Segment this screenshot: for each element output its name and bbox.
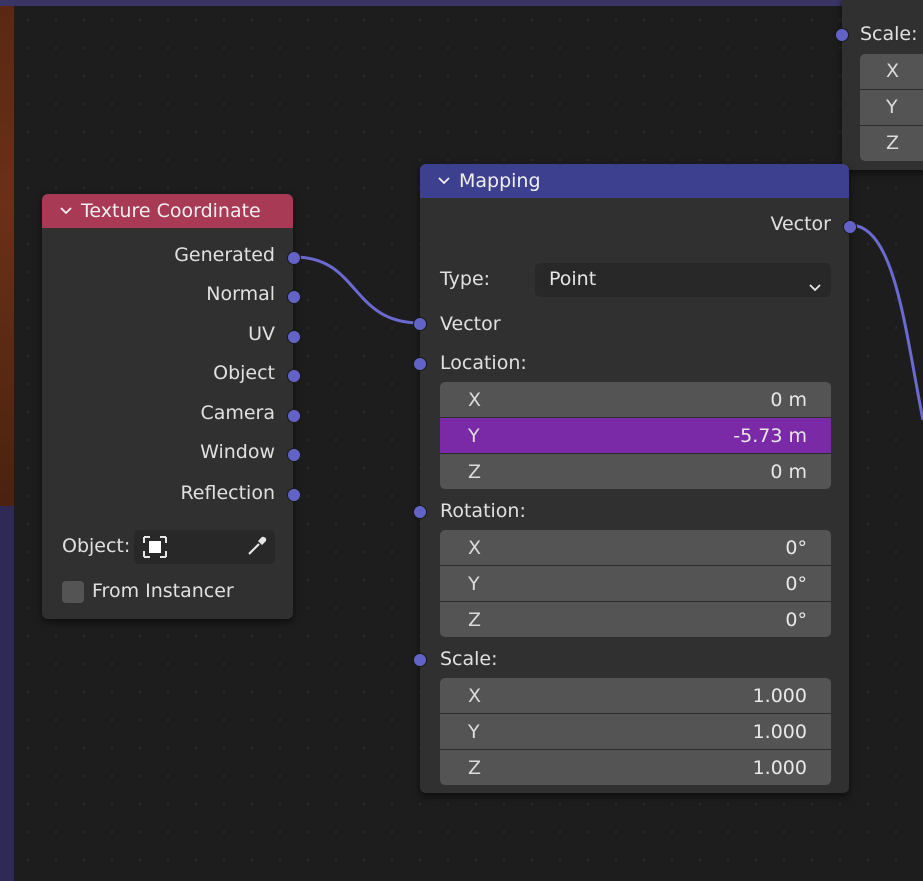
output-uv-label: UV: [248, 323, 275, 345]
node-title: Texture Coordinate: [81, 200, 261, 222]
output-normal-label: Normal: [206, 283, 275, 305]
type-dropdown[interactable]: Point: [535, 263, 831, 297]
output-reflection-socket[interactable]: [287, 488, 301, 502]
chevron-down-icon[interactable]: [60, 206, 72, 217]
scale-x-field[interactable]: X 1.000: [440, 678, 831, 714]
output-window-label: Window: [200, 441, 275, 463]
partial-mapping-node[interactable]: Scale: X Y Z: [835, 0, 923, 170]
rotation-y-field[interactable]: Y 0°: [440, 566, 831, 602]
output-object-label: Object: [213, 362, 275, 384]
partial-scale-fields: X Y Z: [860, 54, 923, 161]
output-object-socket[interactable]: [287, 369, 301, 383]
location-socket[interactable]: [413, 357, 427, 371]
node-editor-window: Scale: X Y Z Texture Coordinate Generate…: [0, 0, 923, 881]
output-vector-label: Vector: [770, 213, 831, 235]
rotation-socket[interactable]: [413, 505, 427, 519]
output-window-socket[interactable]: [287, 448, 301, 462]
node-title: Mapping: [459, 170, 541, 192]
scale-socket[interactable]: [413, 653, 427, 667]
scale-label: Scale:: [440, 648, 498, 670]
texture-coordinate-node[interactable]: Texture Coordinate Generated Normal UV O…: [42, 194, 301, 619]
object-icon: [142, 535, 168, 563]
from-instancer-label: From Instancer: [92, 580, 234, 602]
scale-input-socket[interactable]: [835, 28, 849, 42]
output-generated-socket[interactable]: [287, 251, 301, 265]
from-instancer-checkbox[interactable]: [62, 581, 84, 603]
output-generated-label: Generated: [174, 244, 275, 266]
location-fields: X 0 m Y -5.73 m Z 0 m: [440, 382, 831, 489]
output-uv-socket[interactable]: [287, 330, 301, 344]
output-reflection-label: Reflection: [180, 482, 275, 504]
partial-scale-z[interactable]: Z: [860, 126, 923, 161]
partial-scale-y[interactable]: Y: [860, 90, 923, 126]
location-y-field[interactable]: Y -5.73 m: [440, 418, 831, 454]
object-picker-field[interactable]: [134, 530, 275, 564]
mapping-header[interactable]: Mapping: [420, 164, 849, 198]
left-viewport-strip: [0, 6, 14, 506]
location-z-field[interactable]: Z 0 m: [440, 454, 831, 489]
output-camera-label: Camera: [200, 402, 275, 424]
scale-fields: X 1.000 Y 1.000 Z 1.000: [440, 678, 831, 785]
partial-scale-x[interactable]: X: [860, 54, 923, 90]
rotation-label: Rotation:: [440, 500, 526, 522]
object-label: Object:: [62, 535, 131, 557]
type-label: Type:: [440, 268, 491, 290]
scale-z-field[interactable]: Z 1.000: [440, 750, 831, 785]
chevron-down-icon[interactable]: [438, 176, 450, 187]
type-dropdown-value: Point: [549, 268, 597, 290]
input-vector-label: Vector: [440, 313, 501, 335]
location-x-field[interactable]: X 0 m: [440, 382, 831, 418]
scale-y-field[interactable]: Y 1.000: [440, 714, 831, 750]
output-normal-socket[interactable]: [287, 290, 301, 304]
output-camera-socket[interactable]: [287, 409, 301, 423]
partial-scale-label: Scale:: [860, 23, 918, 45]
eyedropper-icon[interactable]: [245, 534, 269, 562]
input-vector-socket[interactable]: [413, 317, 427, 331]
chevron-down-icon: [809, 275, 821, 297]
rotation-x-field[interactable]: X 0°: [440, 530, 831, 566]
rotation-fields: X 0° Y 0° Z 0°: [440, 530, 831, 637]
mapping-node[interactable]: Mapping Vector Type: Point Vector Locati…: [413, 164, 857, 793]
texture-coordinate-header[interactable]: Texture Coordinate: [42, 194, 293, 228]
location-label: Location:: [440, 352, 527, 374]
output-vector-socket[interactable]: [843, 220, 857, 234]
rotation-z-field[interactable]: Z 0°: [440, 602, 831, 637]
